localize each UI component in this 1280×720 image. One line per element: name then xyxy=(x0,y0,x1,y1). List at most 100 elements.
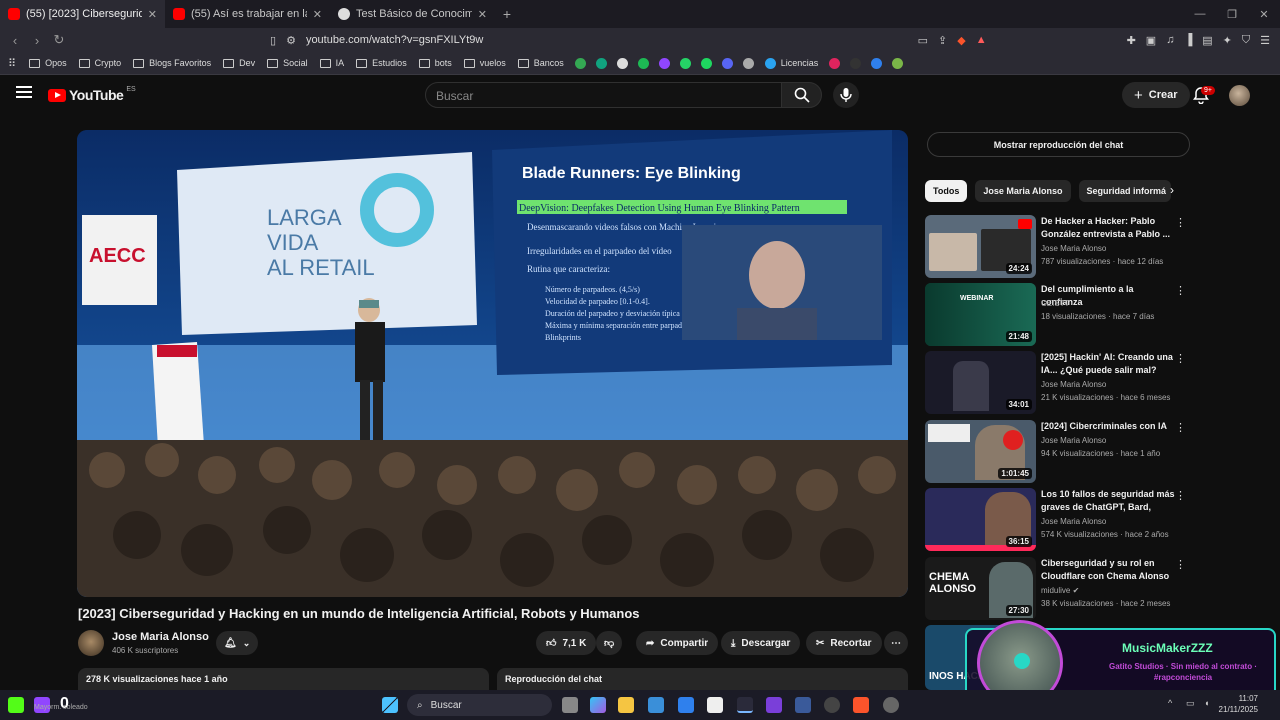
site-icon[interactable] xyxy=(871,57,883,69)
video-thumbnail[interactable]: CHEMA ALONSO 27:30 xyxy=(925,557,1036,620)
user-avatar[interactable] xyxy=(1229,85,1250,106)
menu-icon[interactable]: ☰ xyxy=(1260,34,1270,47)
taskbar-search[interactable]: ⌕ Buscar xyxy=(407,694,552,716)
wallet-icon[interactable]: ▤ xyxy=(1202,34,1212,47)
chip-topic[interactable]: Seguridad informá xyxy=(1078,180,1171,202)
kick-icon[interactable] xyxy=(8,697,24,713)
whatsapp-icon[interactable] xyxy=(679,57,691,69)
bookmark-folder[interactable]: IA xyxy=(315,58,350,68)
search-input[interactable]: Buscar xyxy=(425,82,782,108)
site-info-icon[interactable]: ⚙ xyxy=(286,34,296,47)
browser-tab[interactable]: (55) Así es trabajar en la policía come … xyxy=(165,0,330,28)
windows-start-icon[interactable] xyxy=(382,697,398,713)
site-icon[interactable] xyxy=(892,57,904,69)
subscribed-bell-button[interactable]: 🔔︎ ⌄ xyxy=(216,631,259,655)
ai-icon[interactable]: ✦ xyxy=(1223,34,1232,47)
related-channel[interactable]: Jose Maria Alonso xyxy=(1041,517,1106,526)
system-clock[interactable]: 11:07 21/11/2025 xyxy=(1219,693,1258,715)
back-icon[interactable]: ‹ xyxy=(4,33,26,48)
show-chat-replay-button[interactable]: Mostrar reproducción del chat xyxy=(927,132,1190,157)
bookmark-folder[interactable]: bots xyxy=(414,58,457,68)
brave-icon[interactable] xyxy=(853,697,869,713)
related-title[interactable]: [2025] Hackin' AI: Creando una IA... ¿Qu… xyxy=(1041,351,1177,377)
bookmark-folder[interactable]: Social xyxy=(262,58,313,68)
channel-avatar[interactable] xyxy=(78,630,104,656)
related-video[interactable]: CHEMA ALONSO 27:30 Ciberseguridad y su ro… xyxy=(925,557,1186,620)
more-vertical-icon[interactable]: ⋮ xyxy=(1175,421,1186,434)
related-video[interactable]: 1:01:45 [2024] Cibercriminales con IA Jo… xyxy=(925,420,1186,483)
channel-name[interactable]: Jose Maria Alonso xyxy=(112,631,209,643)
vpn-icon[interactable]: ⛉ xyxy=(1242,34,1250,47)
file-explorer-icon[interactable] xyxy=(618,697,634,713)
site-icon[interactable] xyxy=(658,57,670,69)
new-tab-icon[interactable]: + xyxy=(495,6,519,22)
drive-icon[interactable] xyxy=(574,57,586,69)
bookmark-link[interactable]: Licencias xyxy=(760,57,824,69)
related-title[interactable]: Ciberseguridad y su rol en Cloudflare co… xyxy=(1041,557,1177,583)
forward-icon[interactable]: › xyxy=(26,33,48,48)
active-app-icon[interactable] xyxy=(737,697,753,713)
volume-icon[interactable]: ◖ xyxy=(1204,698,1209,708)
more-vertical-icon[interactable]: ⋮ xyxy=(1175,284,1186,297)
create-button[interactable]: + Crear xyxy=(1122,82,1190,108)
share-icon[interactable]: ⇪ xyxy=(938,34,947,47)
bookmark-folder[interactable]: Dev xyxy=(218,58,260,68)
related-channel-row[interactable]: midulive ✔ xyxy=(1041,586,1079,595)
spotify-icon[interactable] xyxy=(700,57,712,69)
like-button[interactable]: 👍︎ 7,1 K xyxy=(536,631,597,655)
url-text[interactable]: youtube.com/watch?v=gsnFXILYt9w xyxy=(306,34,483,46)
more-vertical-icon[interactable]: ⋮ xyxy=(1175,558,1186,571)
site-icon[interactable] xyxy=(829,57,841,69)
close-tab-icon[interactable]: ✕ xyxy=(148,8,157,21)
video-thumbnail[interactable]: 36:15 xyxy=(925,488,1036,551)
notion-icon[interactable] xyxy=(707,697,723,713)
dislike-button[interactable]: 👎︎ xyxy=(596,631,623,655)
related-title[interactable]: De Hacker a Hacker: Pablo González entre… xyxy=(1041,215,1177,241)
task-view-icon[interactable] xyxy=(562,697,578,713)
download-button[interactable]: ⤓ Descargar xyxy=(721,631,801,655)
sidebar-icon[interactable]: ▐ xyxy=(1184,34,1192,46)
chip-channel[interactable]: Jose Maria Alonso xyxy=(975,180,1071,202)
share-button[interactable]: ➦ Compartir xyxy=(636,631,719,655)
related-channel[interactable]: midulive xyxy=(1041,586,1070,595)
close-window-icon[interactable]: ✕ xyxy=(1248,0,1280,28)
chip-all[interactable]: Todos xyxy=(925,180,968,202)
chevron-up-icon[interactable]: ^ xyxy=(1168,698,1172,708)
site-icon[interactable] xyxy=(850,57,862,69)
video-player[interactable]: LARGA VIDA AL RETAIL AECC Blade Runners:… xyxy=(77,130,908,597)
chatgpt-icon[interactable] xyxy=(595,57,607,69)
bookmark-folder[interactable]: Estudios xyxy=(351,58,412,68)
github-icon[interactable] xyxy=(824,697,840,713)
related-video[interactable]: 34:01 [2025] Hackin' AI: Creando una IA.… xyxy=(925,351,1186,414)
related-channel[interactable]: Jose Maria Alonso xyxy=(1041,380,1106,389)
browser-tab[interactable]: Test Básico de Conocimientos en Inst ✕ xyxy=(330,0,495,28)
shield-icon[interactable]: ◆ xyxy=(957,34,965,47)
related-video[interactable]: 24:24 De Hacker a Hacker: Pablo González… xyxy=(925,215,1186,278)
discord-icon[interactable] xyxy=(721,57,733,69)
more-vertical-icon[interactable]: ⋮ xyxy=(1175,216,1186,229)
related-video[interactable]: 36:15 Los 10 fallos de seguridad más gra… xyxy=(925,488,1186,551)
terminal-icon[interactable] xyxy=(795,697,811,713)
related-channel[interactable]: Jose Maria Alonso xyxy=(1041,436,1106,445)
related-channel[interactable]: Jose Maria Alonso xyxy=(1041,244,1106,253)
related-title[interactable]: Los 10 fallos de seguridad más graves de… xyxy=(1041,488,1177,514)
clip-button[interactable]: ✂ Recortar xyxy=(806,631,882,655)
extensions-icon[interactable]: ✚ xyxy=(1127,34,1136,47)
vscode-icon[interactable] xyxy=(678,697,694,713)
close-tab-icon[interactable]: ✕ xyxy=(313,8,322,21)
voice-search-button[interactable] xyxy=(833,82,859,108)
bookmark-folder[interactable]: Bancos xyxy=(513,58,569,68)
app-icon[interactable] xyxy=(883,697,899,713)
bookmark-folder[interactable]: Crypto xyxy=(74,58,127,68)
network-icon[interactable]: ▭ xyxy=(1186,698,1195,709)
apps-icon[interactable]: ⠿ xyxy=(8,57,16,70)
video-thumbnail[interactable]: 1:01:45 xyxy=(925,420,1036,483)
more-vertical-icon[interactable]: ⋮ xyxy=(1175,489,1186,502)
video-thumbnail[interactable]: WEBINAR 21:48 xyxy=(925,283,1036,346)
music-icon[interactable]: ♫ xyxy=(1166,34,1174,46)
bookmark-icon[interactable]: ▯ xyxy=(270,34,276,47)
video-thumbnail[interactable]: 34:01 xyxy=(925,351,1036,414)
youtube-logo[interactable]: YouTube ES xyxy=(48,86,136,103)
site-icon[interactable] xyxy=(616,57,628,69)
chevron-right-icon[interactable]: › xyxy=(1170,183,1174,197)
